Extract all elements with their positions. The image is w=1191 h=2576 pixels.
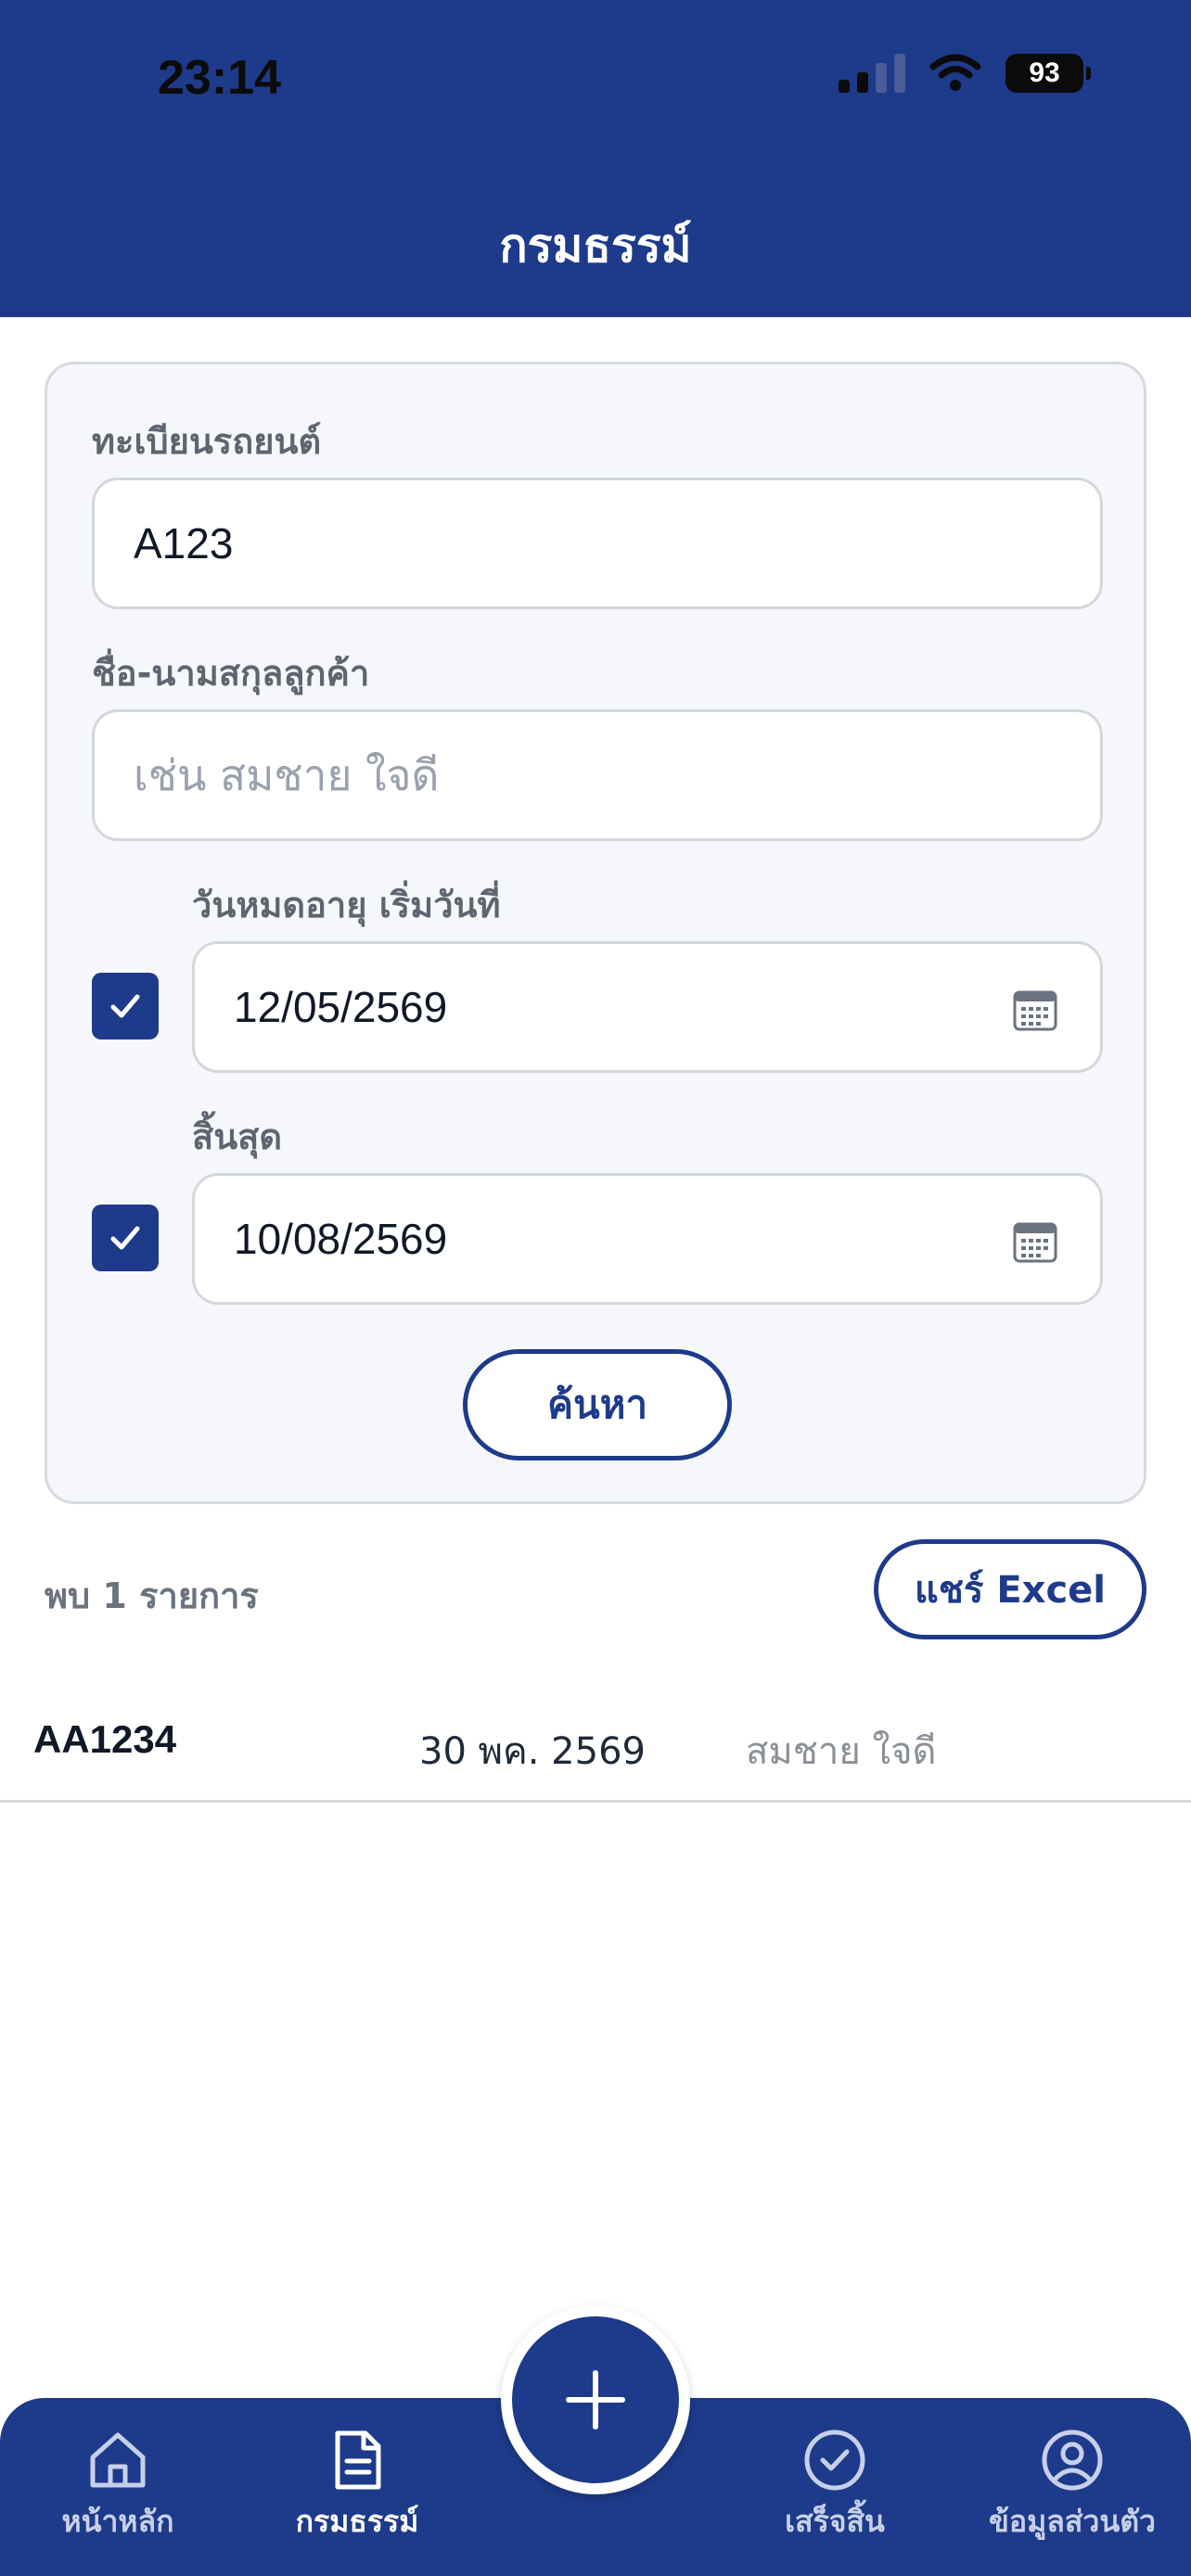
table-row[interactable]: AA1234 30 พค. 2569 สมชาย ใจดี <box>0 1688 1191 1803</box>
row-customer-name: สมชาย ใจดี <box>746 1730 937 1773</box>
user-circle-icon <box>1042 2429 1103 2491</box>
nav-label-profile: ข้อมูลส่วนตัว <box>989 2504 1156 2539</box>
plate-input-value: A123 <box>134 519 234 567</box>
page-title: กรมธรรม์ <box>499 219 692 273</box>
nav-item-home[interactable]: หน้าหลัก <box>58 2398 178 2576</box>
check-circle-icon <box>804 2429 865 2491</box>
customer-name-input[interactable]: เช่น สมชาย ใจดี <box>92 709 1103 841</box>
customer-name-label: ชื่อ-นามสกุลลูกค้า <box>92 653 370 694</box>
status-icons: 93 <box>839 54 1091 93</box>
plate-label: ทะเบียนรถยนต์ <box>92 421 322 462</box>
battery-indicator: 93 <box>1005 54 1091 93</box>
start-date-value: 12/05/2569 <box>234 983 448 1031</box>
checkmark-icon <box>110 994 140 1018</box>
end-date-value: 10/08/2569 <box>234 1215 448 1263</box>
wifi-icon <box>929 54 981 91</box>
app-screen: 23:14 93 กรมธรรม์ ทะเบียนรถยนต์ A123 ชื่… <box>0 0 1191 2576</box>
start-date-input[interactable]: 12/05/2569 <box>192 941 1103 1073</box>
end-date-label: สิ้นสุด <box>192 1116 283 1157</box>
end-date-input[interactable]: 10/08/2569 <box>192 1173 1103 1305</box>
plate-input[interactable]: A123 <box>92 478 1103 609</box>
calendar-icon[interactable] <box>1013 988 1057 1031</box>
end-date-checkbox[interactable] <box>92 1205 159 1271</box>
status-time: 23:14 <box>158 51 281 105</box>
nav-item-completed[interactable]: เสร็จสิ้น <box>772 2398 898 2576</box>
checkmark-icon <box>110 1226 140 1250</box>
nav-label-home: หน้าหลัก <box>61 2504 174 2539</box>
nav-item-profile[interactable]: ข้อมูลส่วนตัว <box>989 2398 1156 2576</box>
home-icon <box>90 2432 146 2488</box>
customer-name-placeholder: เช่น สมชาย ใจดี <box>134 749 440 800</box>
row-expiry-date: 30 พค. 2569 <box>419 1730 646 1773</box>
nav-label-completed: เสร็จสิ้น <box>785 2504 885 2539</box>
nav-label-policies: กรมธรรม์ <box>295 2504 419 2539</box>
plus-icon <box>566 2370 625 2429</box>
share-excel-button[interactable]: แชร์ Excel <box>874 1539 1146 1639</box>
start-date-checkbox[interactable] <box>92 973 159 1039</box>
app-header: 23:14 93 กรมธรรม์ <box>0 0 1191 317</box>
cellular-signal-icon <box>839 54 905 93</box>
add-policy-button[interactable] <box>501 2305 690 2494</box>
document-icon <box>335 2430 381 2490</box>
search-filter-card: ทะเบียนรถยนต์ A123 ชื่อ-นามสกุลลูกค้า เช… <box>45 362 1146 1504</box>
nav-item-policies[interactable]: กรมธรรม์ <box>288 2398 427 2576</box>
result-count: พบ 1 รายการ <box>45 1575 259 1616</box>
search-button[interactable]: ค้นหา <box>463 1349 732 1460</box>
row-plate: AA1234 <box>33 1717 177 1761</box>
start-date-label: วันหมดอายุ เริ่มวันที่ <box>192 885 501 925</box>
calendar-icon[interactable] <box>1013 1220 1057 1263</box>
